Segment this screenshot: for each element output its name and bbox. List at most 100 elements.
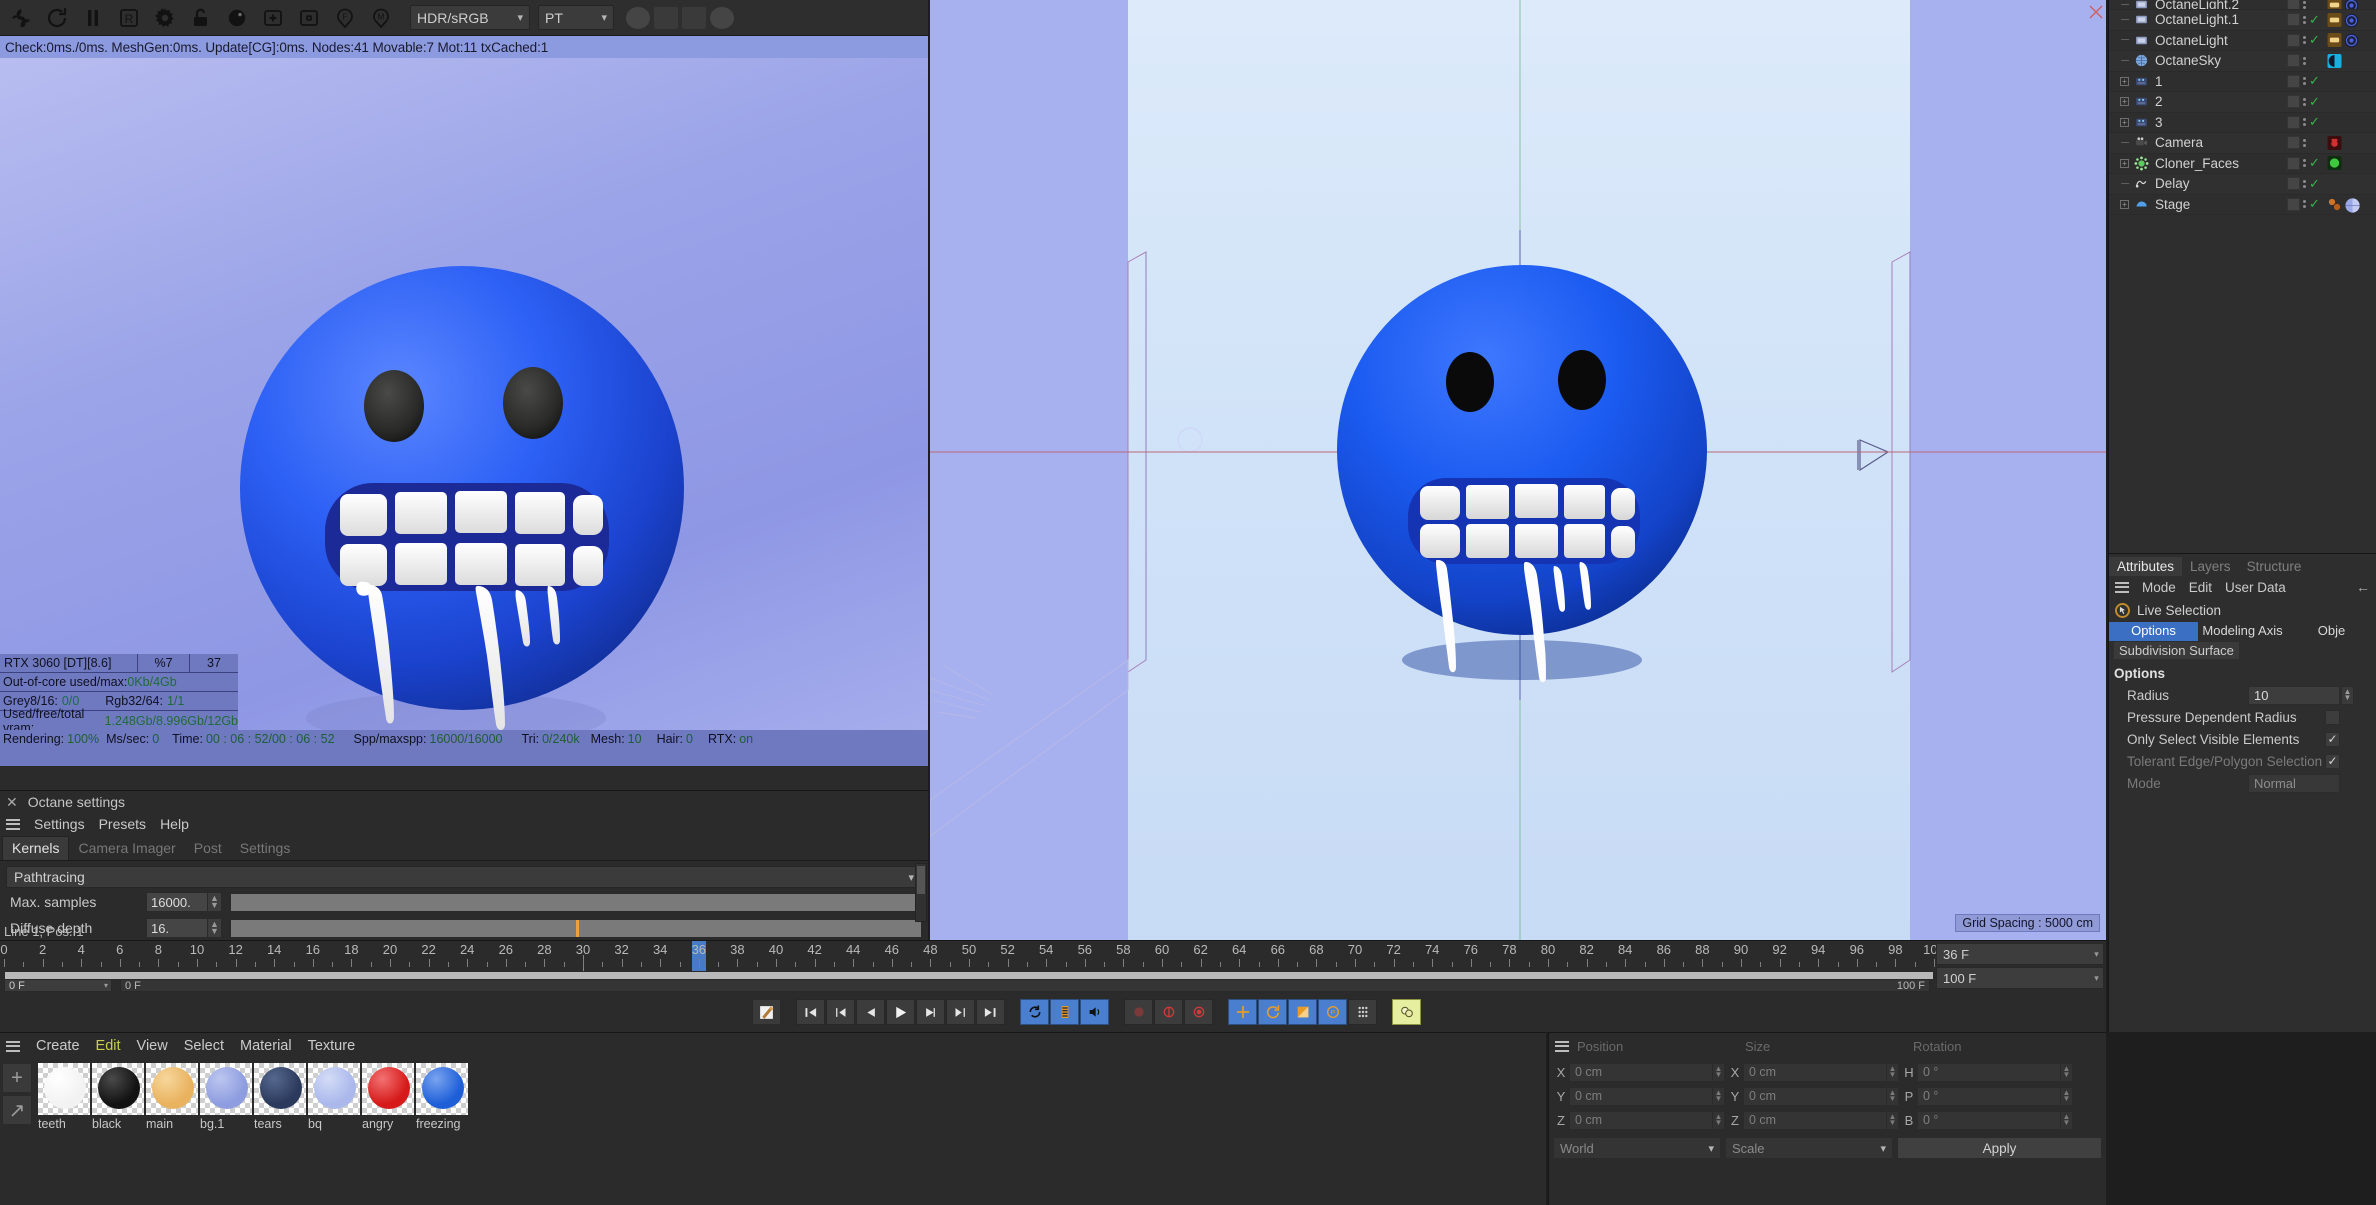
position-key-icon[interactable] [1228,999,1257,1025]
object-visibility-controls[interactable] [2287,136,2324,150]
material-item[interactable]: teeth [38,1063,90,1131]
timeline-start-field[interactable]: 0 F ▾ [4,979,112,992]
hexagon-icon[interactable] [626,6,650,29]
rotation-input[interactable]: 0 ° [1917,1086,2061,1106]
expand-icon[interactable]: + [2120,76,2129,86]
keyframe-selection-icon[interactable] [1184,999,1213,1025]
number-input[interactable]: 10 [2248,685,2340,705]
settings-scrollbar[interactable] [915,863,927,922]
editor-visibility-toggle[interactable] [2287,95,2300,109]
enabled-check-icon[interactable]: ✓ [2309,114,2322,130]
object-visibility-controls[interactable]: ✓ [2287,94,2324,110]
object-tag-object[interactable] [2327,156,2342,171]
object-visibility-controls[interactable] [2287,54,2324,68]
object-row[interactable]: ─ OctaneSky [2109,51,2376,72]
end-frame-field[interactable]: 100 F ▾ [1936,967,2104,989]
visibility-dots-icon[interactable] [2303,36,2306,45]
object-row[interactable]: ─ OctaneLight.1 ✓ [2109,10,2376,31]
colorspace-dropdown[interactable]: HDR/sRGB ▾ [410,5,530,30]
menu-select[interactable]: Select [184,1038,224,1054]
tree-control[interactable]: ─ [2109,0,2131,9]
object-tag-target[interactable] [2344,33,2359,48]
object-manager[interactable]: ─ OctaneLight.2 ─ OctaneLight.1 ✓ ─ OctaneLigh… [2108,0,2376,553]
object-tag-sphere[interactable] [2344,197,2360,213]
tree-control[interactable]: ─ [2109,137,2131,149]
tree-control[interactable]: ─ [2109,34,2131,46]
tab-camera-imager[interactable]: Camera Imager [69,837,184,860]
parameter-key-icon[interactable]: P [1318,999,1347,1025]
tab-settings[interactable]: Settings [231,837,300,860]
apply-material-icon[interactable]: ↗ [2,1095,32,1125]
visibility-dots-icon[interactable] [2303,138,2306,147]
tab-structure[interactable]: Structure [2239,557,2310,576]
material-item[interactable]: angry [362,1063,414,1131]
material-item[interactable]: main [146,1063,198,1131]
dropdown[interactable]: Normal [2248,773,2340,793]
go-to-end-icon[interactable] [976,999,1005,1025]
material-picker-icon[interactable]: M [364,3,398,33]
stepper[interactable]: ▲ ▼ [1887,1062,1899,1082]
object-row[interactable]: +2 ✓ [2109,92,2376,113]
menu-edit[interactable]: Edit [2189,580,2212,595]
plane-icon[interactable] [654,6,678,29]
position-input[interactable]: 0 cm [1569,1062,1713,1082]
visibility-dots-icon[interactable] [2303,159,2306,168]
rotation-key-icon[interactable] [1258,999,1287,1025]
back-arrow-icon[interactable]: ← [2356,579,2370,595]
settings-gear-icon[interactable] [148,3,182,33]
menu-edit[interactable]: Edit [96,1038,121,1054]
object-visibility-controls[interactable]: ✓ [2287,176,2324,192]
autokeying-icon[interactable] [1154,999,1183,1025]
object-row[interactable]: +3 ✓ [2109,113,2376,133]
scrollbar-thumb[interactable] [917,866,925,894]
editor-visibility-toggle[interactable] [2287,177,2300,191]
object-visibility-controls[interactable]: ✓ [2287,32,2324,48]
next-key-icon[interactable] [946,999,975,1025]
checkbox[interactable] [2325,709,2340,725]
slider-handle[interactable] [576,919,579,937]
object-tag-material[interactable] [2327,197,2342,211]
visibility-dots-icon[interactable] [2303,200,2306,209]
visibility-dots-icon[interactable] [2303,15,2306,24]
visibility-dots-icon[interactable] [2303,77,2306,86]
object-row[interactable]: + Stage ✓ [2109,195,2376,215]
stepper[interactable]: ▲ ▼ [2061,1110,2073,1130]
object-visibility-controls[interactable]: ✓ [2287,196,2324,212]
record-active-object-icon[interactable] [752,999,781,1025]
mode-tab-object[interactable]: Obje [2287,622,2376,641]
stepper[interactable]: ▲ ▼ [1713,1110,1725,1130]
object-row[interactable]: ─ OctaneLight.2 [2109,0,2376,10]
object-tag-light[interactable] [2327,0,2342,9]
step-forward-icon[interactable] [916,999,945,1025]
material-item[interactable]: black [92,1063,144,1131]
menu-texture[interactable]: Texture [308,1038,356,1054]
region-render-icon[interactable]: R [112,3,146,33]
material-swatch[interactable] [200,1063,252,1115]
viewport-emoji-model[interactable] [930,0,2106,940]
object-tag-light[interactable] [2327,33,2342,48]
object-tag-target[interactable] [2344,13,2359,28]
coordinate-mode-dropdown[interactable]: Scale ▾ [1725,1137,1893,1159]
visibility-dots-icon[interactable] [2303,0,2306,9]
diffuse-depth-stepper[interactable]: ▲ ▼ [208,918,222,938]
tree-control[interactable]: ─ [2109,178,2131,190]
attribute-subtab[interactable]: Subdivision Surface [2109,641,2376,660]
hamburger-icon[interactable] [6,816,20,832]
material-swatch[interactable] [308,1063,360,1115]
current-frame-stepper[interactable]: ▾ [2090,949,2103,960]
object-visibility-controls[interactable]: ✓ [2287,73,2324,89]
object-tag-sky[interactable] [2327,53,2342,68]
editor-visibility-toggle[interactable] [2287,74,2300,88]
record-icon[interactable] [1124,999,1153,1025]
stepper[interactable]: ▲ ▼ [2061,1062,2073,1082]
enabled-check-icon[interactable]: ✓ [2309,155,2322,171]
visibility-dots-icon[interactable] [2303,118,2306,127]
tab-layers[interactable]: Layers [2182,557,2239,576]
menu-help[interactable]: Help [160,816,189,832]
menu-settings[interactable]: Settings [34,816,85,832]
tree-control[interactable]: + [2109,117,2131,127]
expand-icon[interactable]: + [2120,97,2129,107]
size-input[interactable]: 0 cm [1743,1086,1887,1106]
stepper[interactable]: ▲ ▼ [2061,1086,2073,1106]
object-row[interactable]: + Cloner_Faces ✓ [2109,154,2376,174]
